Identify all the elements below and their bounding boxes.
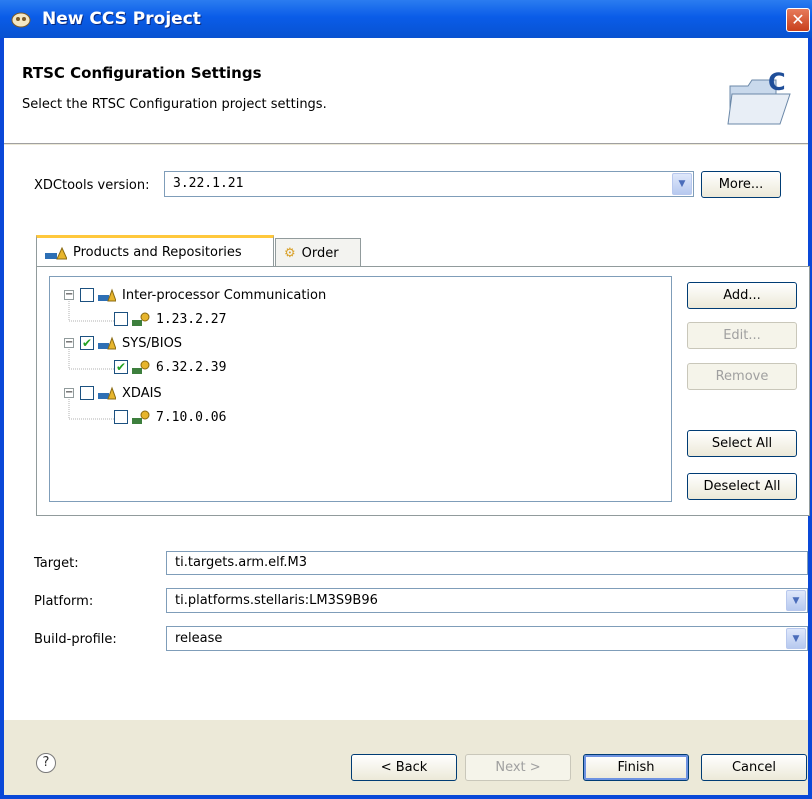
back-button-label: < Back — [380, 760, 428, 775]
tree-item[interactable]: 1.23.2.27 — [114, 308, 226, 330]
collapse-icon[interactable]: − — [64, 338, 74, 348]
target-field[interactable]: ti.targets.arm.elf.M3 — [166, 551, 808, 575]
edit-button[interactable]: Edit... — [687, 322, 797, 349]
banner-title: RTSC Configuration Settings — [22, 64, 262, 82]
tree-checkbox[interactable] — [114, 312, 128, 326]
target-label: Target: — [34, 556, 79, 571]
deselect-all-button-label: Deselect All — [703, 479, 781, 494]
collapse-icon[interactable]: − — [64, 290, 74, 300]
tree-item[interactable]: − ✔ SYS/BIOS — [64, 332, 182, 354]
ccs-app-icon — [11, 12, 31, 28]
folder-wizard-icon: C — [727, 68, 791, 125]
tab-order-label: Order — [301, 245, 339, 261]
more-button-label: More... — [718, 177, 764, 192]
wizard-banner: RTSC Configuration Settings Select the R… — [4, 38, 808, 144]
tree-checkbox[interactable] — [114, 410, 128, 424]
svg-text:C: C — [768, 68, 786, 96]
banner-description: Select the RTSC Configuration project se… — [22, 97, 327, 112]
select-all-button-label: Select All — [711, 436, 773, 451]
product-icon — [98, 336, 116, 350]
chevron-down-icon[interactable]: ▼ — [672, 173, 692, 195]
tab-products-repositories-label: Products and Repositories — [73, 245, 242, 260]
remove-button-label: Remove — [715, 369, 769, 384]
close-button[interactable]: ✕ — [786, 8, 810, 32]
close-icon: ✕ — [791, 10, 805, 29]
platform-value: ti.platforms.stellaris:LM3S9B96 — [175, 593, 378, 608]
collapse-icon[interactable]: − — [64, 388, 74, 398]
build-profile-label: Build-profile: — [34, 632, 117, 647]
tree-checkbox[interactable] — [80, 288, 94, 302]
tree-item[interactable]: ✔ 6.32.2.39 — [114, 356, 226, 378]
back-button[interactable]: < Back — [351, 754, 457, 781]
chevron-down-icon[interactable]: ▼ — [786, 628, 806, 649]
tree-item-label: 6.32.2.39 — [156, 359, 227, 375]
target-value: ti.targets.arm.elf.M3 — [175, 555, 308, 570]
version-icon — [132, 360, 150, 374]
remove-button[interactable]: Remove — [687, 363, 797, 390]
tree-item-label: 1.23.2.27 — [156, 311, 227, 327]
cancel-button[interactable]: Cancel — [701, 754, 807, 781]
build-profile-select[interactable]: release ▼ — [166, 626, 808, 651]
tree-item-label: 7.10.0.06 — [156, 409, 227, 425]
tree-item-label: Inter-processor Communication — [122, 287, 327, 303]
add-button-label: Add... — [723, 288, 761, 303]
finish-button-label: Finish — [617, 760, 655, 775]
more-button[interactable]: More... — [701, 171, 781, 198]
deselect-all-button[interactable]: Deselect All — [687, 473, 797, 500]
tree-item-label: XDAIS — [122, 385, 162, 401]
product-icon — [98, 386, 116, 400]
window-title: New CCS Project — [42, 9, 201, 29]
platform-select[interactable]: ti.platforms.stellaris:LM3S9B96 ▼ — [166, 588, 808, 613]
xdctools-version-value: 3.22.1.21 — [173, 176, 244, 191]
order-icon: ⚙ — [284, 245, 296, 261]
finish-button[interactable]: Finish — [583, 754, 689, 781]
xdctools-version-select[interactable]: 3.22.1.21 ▼ — [164, 171, 694, 197]
tree-checkbox-checked[interactable]: ✔ — [114, 360, 128, 374]
tab-order[interactable]: ⚙ Order — [275, 238, 361, 267]
chevron-down-icon[interactable]: ▼ — [786, 590, 806, 611]
version-icon — [132, 312, 150, 326]
tree-checkbox-checked[interactable]: ✔ — [80, 336, 94, 350]
platform-label: Platform: — [34, 594, 94, 609]
title-bar: New CCS Project ✕ — [0, 0, 812, 38]
tree-item-label: SYS/BIOS — [122, 335, 183, 351]
xdctools-label: XDCtools version: — [34, 178, 150, 193]
version-icon — [132, 410, 150, 424]
tree-checkbox[interactable] — [80, 386, 94, 400]
product-icon — [98, 288, 116, 302]
next-button[interactable]: Next > — [465, 754, 571, 781]
repository-icon — [45, 246, 67, 259]
help-icon[interactable]: ? — [36, 753, 56, 773]
dialog-window: New CCS Project ✕ RTSC Configuration Set… — [0, 0, 812, 799]
products-tree[interactable]: − Inter-processor Communication 1.23.2.2… — [49, 276, 672, 502]
select-all-button[interactable]: Select All — [687, 430, 797, 457]
tree-item[interactable]: − XDAIS — [64, 382, 162, 404]
build-profile-value: release — [175, 631, 223, 646]
tree-item[interactable]: − Inter-processor Communication — [64, 284, 326, 306]
cancel-button-label: Cancel — [731, 760, 777, 775]
tree-item[interactable]: 7.10.0.06 — [114, 406, 226, 428]
add-button[interactable]: Add... — [687, 282, 797, 309]
tab-products-repositories[interactable]: Products and Repositories — [36, 235, 274, 267]
edit-button-label: Edit... — [723, 328, 761, 343]
next-button-label: Next > — [495, 760, 541, 775]
